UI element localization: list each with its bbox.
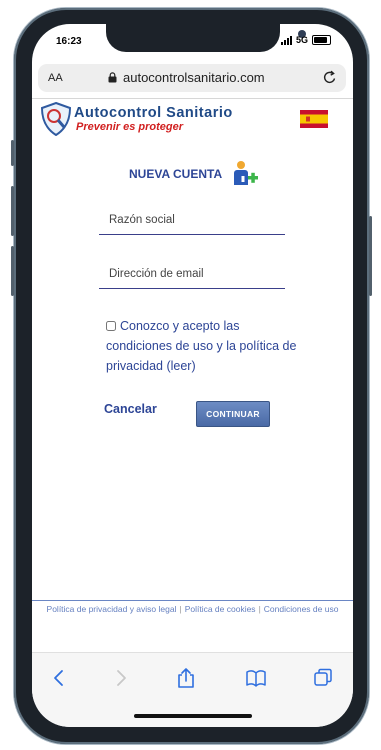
footer-separator: | [179, 604, 182, 614]
share-icon[interactable] [175, 667, 197, 689]
notch [106, 24, 306, 52]
privacy-policy-link[interactable]: Política de privacidad y aviso legal [47, 604, 177, 614]
add-user-icon [234, 161, 258, 185]
lock-icon [108, 72, 117, 83]
terms-checkbox[interactable] [106, 321, 116, 331]
company-name-input[interactable] [99, 214, 285, 226]
footer-links: Política de privacidad y aviso legal | Pol… [32, 604, 353, 614]
form-title: NUEVA CUENTA [129, 167, 223, 181]
cancel-link[interactable]: Cancelar [104, 402, 157, 416]
site-tagline: Prevenir es proteger [76, 121, 183, 133]
home-indicator [134, 714, 252, 718]
text-size-button[interactable]: AA [48, 72, 63, 84]
back-icon[interactable] [48, 667, 70, 689]
forward-icon[interactable] [110, 667, 132, 689]
cookie-policy-link[interactable]: Política de cookies [185, 604, 256, 614]
address-bar[interactable]: AA autocontrolsanitario.com [38, 64, 346, 92]
volume-up-button [11, 186, 14, 236]
status-indicators: 5G [280, 35, 331, 45]
url-text: autocontrolsanitario.com [123, 70, 265, 85]
email-input[interactable] [99, 268, 285, 280]
reload-icon[interactable] [322, 69, 338, 87]
url-display[interactable]: autocontrolsanitario.com [108, 70, 265, 85]
terms-label[interactable]: Conozco y acepto las condiciones de uso … [106, 319, 296, 373]
phone-screen: 16:23 5G AA autocontrolsanitario.com Aut… [32, 24, 353, 727]
status-time: 16:23 [56, 36, 82, 47]
volume-down-button [11, 246, 14, 296]
header-divider [32, 98, 353, 99]
footer-separator: | [258, 604, 261, 614]
site-brand-name: Autocontrol Sanitario [74, 105, 233, 121]
email-field[interactable] [99, 264, 285, 289]
tabs-icon[interactable] [312, 667, 334, 689]
battery-icon [312, 35, 331, 45]
spain-flag-icon[interactable] [300, 110, 328, 128]
terms-consent: Conozco y acepto las condiciones de uso … [106, 316, 306, 376]
terms-of-use-link[interactable]: Condiciones de uso [264, 604, 339, 614]
cellular-signal-icon [280, 35, 292, 45]
bookmarks-icon[interactable] [245, 667, 267, 689]
mute-switch [11, 140, 14, 166]
continue-button[interactable]: CONTINUAR [196, 401, 270, 427]
power-button [369, 216, 372, 296]
company-name-field[interactable] [99, 210, 285, 235]
network-type: 5G [295, 35, 308, 45]
shield-logo-icon [40, 102, 72, 136]
footer-divider [32, 600, 353, 601]
